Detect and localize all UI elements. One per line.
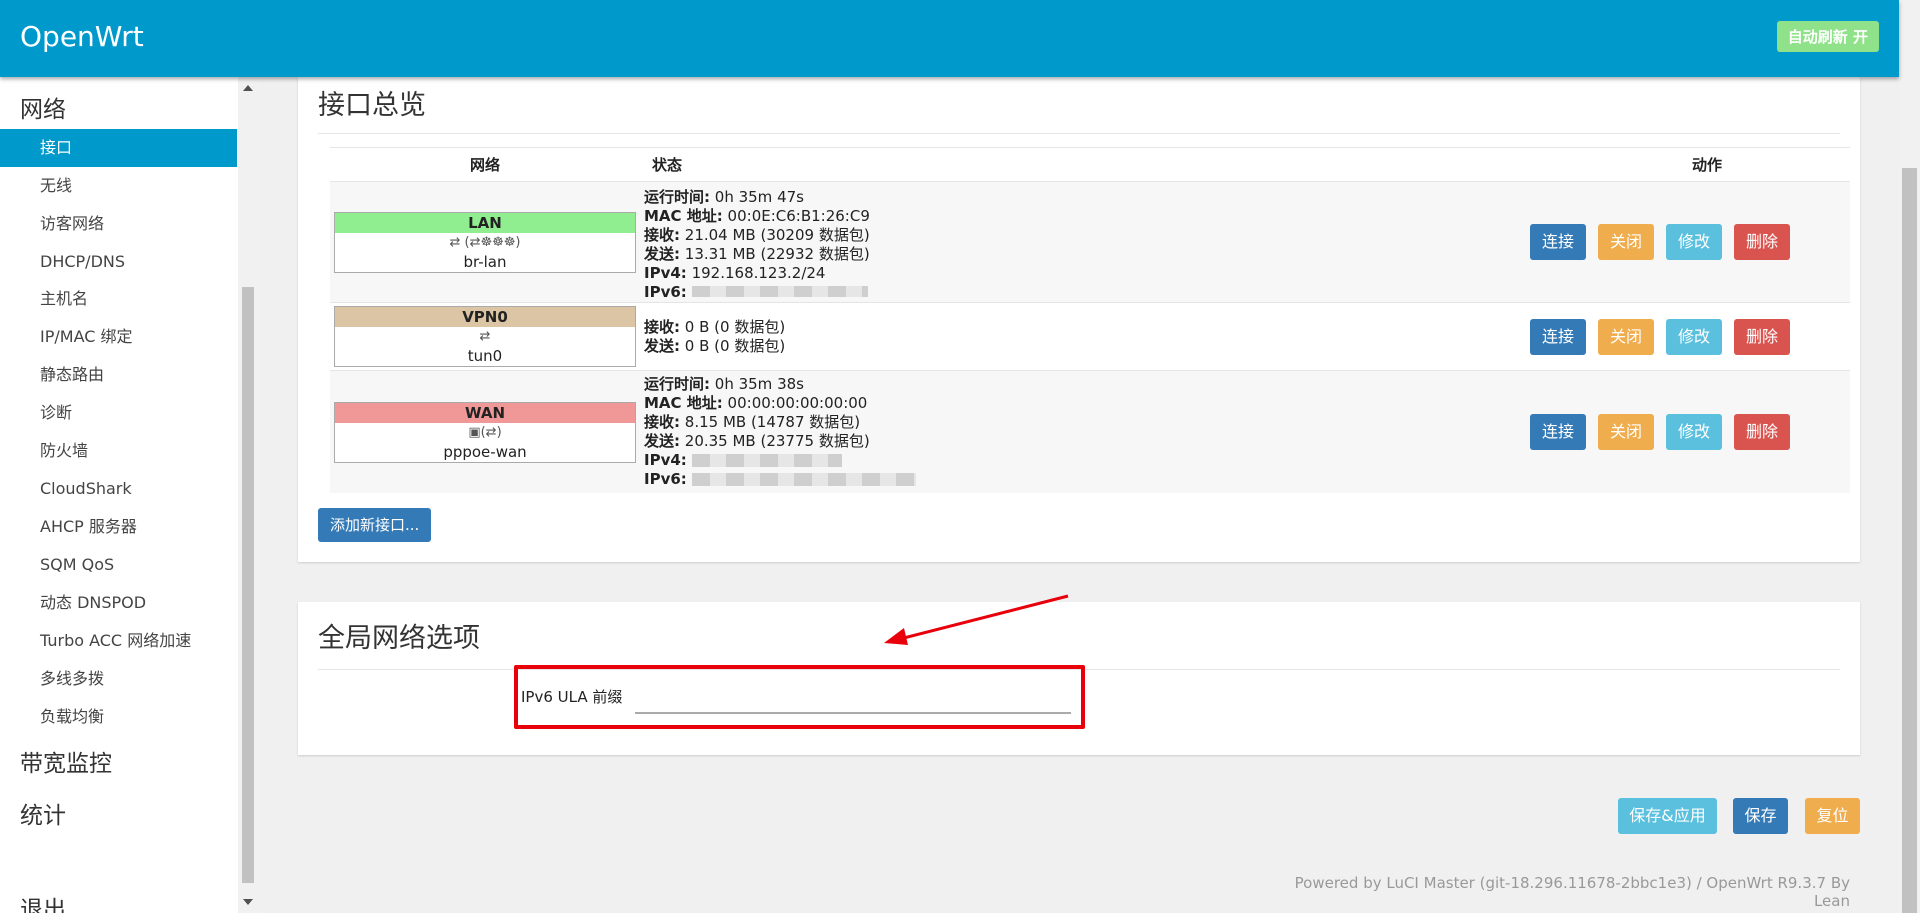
rx-value: 8.15 MB (14787 数据包) xyxy=(684,413,861,431)
delete-button[interactable]: 删除 xyxy=(1734,414,1790,450)
brand-logo[interactable]: OpenWrt xyxy=(20,20,144,53)
uptime-value: 0h 35m 47s xyxy=(714,187,804,206)
page-scrollbar-thumb[interactable] xyxy=(1902,168,1917,913)
column-header-status: 状态 xyxy=(640,147,1450,182)
menu-category-statistics[interactable]: 统计 xyxy=(20,796,66,830)
save-apply-button[interactable]: 保存&应用 xyxy=(1618,798,1717,834)
edit-button[interactable]: 修改 xyxy=(1666,318,1722,355)
table-row-vpn0: VPN0 ⇄ tun0 接收: 0 B (0 数据包) 发送: 0 B (0 数… xyxy=(330,302,1850,371)
tunnel-port-icon: ⇄ xyxy=(479,329,491,344)
sidebar-item-hostnames[interactable]: 主机名 xyxy=(0,280,237,318)
sidebar-item-interfaces[interactable]: 接口 xyxy=(0,129,237,167)
network-badge-vpn0[interactable]: VPN0 ⇄ tun0 xyxy=(334,306,636,367)
rx-value: 0 B (0 数据包) xyxy=(684,317,786,336)
ethernet-port-icon: ⇄ (⇄☸☸☸) xyxy=(449,234,521,250)
delete-button[interactable]: 删除 xyxy=(1734,318,1790,355)
network-badge-lan[interactable]: LAN ⇄ (⇄☸☸☸) br-lan xyxy=(334,211,636,273)
sidebar-item-wireless[interactable]: 无线 xyxy=(0,167,237,205)
stop-button[interactable]: 关闭 xyxy=(1598,414,1654,450)
footer-credits: Powered by LuCI Master (git-18.296.11678… xyxy=(1294,874,1850,910)
mac-value: 00:0E:C6:B1:26:C9 xyxy=(727,206,870,225)
connect-button[interactable]: 连接 xyxy=(1530,224,1586,260)
delete-button[interactable]: 删除 xyxy=(1734,224,1790,260)
network-name: WAN xyxy=(335,402,635,423)
uptime-value: 0h 35m 38s xyxy=(714,375,804,393)
sidebar-item-firewall[interactable]: 防火墙 xyxy=(0,432,237,470)
network-badge-wan[interactable]: WAN ▣(⇄) pppoe-wan xyxy=(334,401,636,463)
status-cell: 运行时间: 0h 35m 38s MAC 地址: 00:00:00:00:00:… xyxy=(640,370,1450,493)
ipv4-value: 192.168.123.2/24 xyxy=(691,263,826,282)
mac-value: 00:00:00:00:00:00 xyxy=(727,394,868,412)
menu-category-bandwidth[interactable]: 带宽监控 xyxy=(20,744,112,778)
interfaces-table: 网络 状态 动作 LAN ⇄ (⇄☸☸☸) br-lan 运行时间: 0h 35… xyxy=(330,147,1850,493)
add-interface-button[interactable]: 添加新接口... xyxy=(318,508,432,542)
tx-value: 13.31 MB (22932 数据包) xyxy=(684,244,870,263)
network-device: br-lan xyxy=(463,252,507,271)
sidebar: 网络 接口 无线 访客网络 DHCP/DNS 主机名 IP/MAC 绑定 静态路… xyxy=(0,77,238,913)
sidebar-scrollbar-thumb[interactable] xyxy=(242,287,254,883)
scroll-down-icon[interactable] xyxy=(243,899,253,905)
sidebar-item-turbo-acc[interactable]: Turbo ACC 网络加速 xyxy=(0,622,237,660)
sidebar-item-cloudshark[interactable]: CloudShark xyxy=(0,470,237,508)
scroll-up-icon[interactable] xyxy=(243,85,253,91)
rx-value: 21.04 MB (30209 数据包) xyxy=(684,225,870,244)
tx-value: 0 B (0 数据包) xyxy=(684,336,786,355)
stop-button[interactable]: 关闭 xyxy=(1598,318,1654,355)
annotation-highlight-box xyxy=(514,665,1085,729)
sidebar-item-sqm-qos[interactable]: SQM QoS xyxy=(0,546,237,584)
page-scrollbar[interactable] xyxy=(1899,0,1920,913)
modem-port-icon: ▣(⇄) xyxy=(468,424,502,440)
status-cell: 接收: 0 B (0 数据包) 发送: 0 B (0 数据包) xyxy=(640,302,1450,371)
sidebar-item-diagnostics[interactable]: 诊断 xyxy=(0,394,237,432)
connect-button[interactable]: 连接 xyxy=(1530,414,1586,450)
top-bar: OpenWrt 自动刷新 开 xyxy=(0,0,1899,77)
reset-button[interactable]: 复位 xyxy=(1805,798,1860,834)
table-row-lan: LAN ⇄ (⇄☸☸☸) br-lan 运行时间: 0h 35m 47s MAC… xyxy=(330,181,1850,303)
network-device: pppoe-wan xyxy=(443,442,527,461)
stop-button[interactable]: 关闭 xyxy=(1598,224,1654,260)
sidebar-item-ahcp-server[interactable]: AHCP 服务器 xyxy=(0,508,237,546)
table-row-wan: WAN ▣(⇄) pppoe-wan 运行时间: 0h 35m 38s MAC … xyxy=(330,370,1850,493)
tx-value: 20.35 MB (23775 数据包) xyxy=(684,432,870,450)
sidebar-item-multi-dial[interactable]: 多线多拨 xyxy=(0,660,237,698)
sidebar-item-load-balancing[interactable]: 负载均衡 xyxy=(0,698,237,736)
sidebar-item-dhcp-dns[interactable]: DHCP/DNS xyxy=(0,243,237,281)
connect-button[interactable]: 连接 xyxy=(1530,318,1586,355)
sidebar-item-ip-mac-binding[interactable]: IP/MAC 绑定 xyxy=(0,318,237,356)
edit-button[interactable]: 修改 xyxy=(1666,224,1722,260)
annotation-arrow-icon xyxy=(884,594,1069,645)
edit-button[interactable]: 修改 xyxy=(1666,414,1722,450)
sidebar-item-dnspod[interactable]: 动态 DNSPOD xyxy=(0,584,237,622)
sidebar-item-guest-network[interactable]: 访客网络 xyxy=(0,205,237,243)
save-button[interactable]: 保存 xyxy=(1733,798,1788,834)
sidebar-scrollbar[interactable] xyxy=(238,77,258,913)
menu-category-network[interactable]: 网络 xyxy=(20,90,66,124)
auto-refresh-toggle[interactable]: 自动刷新 开 xyxy=(1776,21,1879,52)
column-header-actions: 动作 xyxy=(1450,147,1850,182)
menu-category-logout[interactable]: 退出 xyxy=(20,890,66,913)
panel-title: 接口总览 xyxy=(318,90,426,121)
column-header-network: 网络 xyxy=(330,147,640,182)
sidebar-item-static-routes[interactable]: 静态路由 xyxy=(0,356,237,394)
panel-title: 全局网络选项 xyxy=(318,623,480,654)
network-name: LAN xyxy=(335,212,635,233)
network-name: VPN0 xyxy=(335,307,635,327)
status-cell: 运行时间: 0h 35m 47s MAC 地址: 00:0E:C6:B1:26:… xyxy=(640,181,1450,303)
interface-overview-panel: 接口总览 网络 状态 动作 LAN ⇄ (⇄☸☸☸) br-lan 运行时间: … xyxy=(298,77,1860,562)
network-device: tun0 xyxy=(467,347,503,365)
divider xyxy=(318,133,1840,134)
redacted-ipv6 xyxy=(691,473,916,486)
redacted-ipv6 xyxy=(691,285,868,297)
redacted-ipv4 xyxy=(691,454,842,467)
